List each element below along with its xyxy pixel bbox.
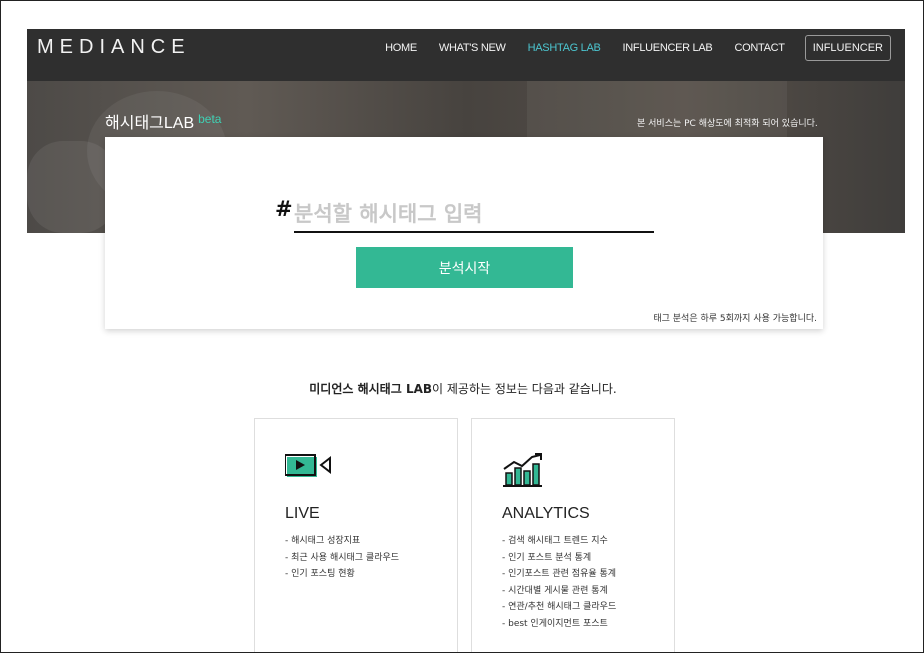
list-item: - 연관/추천 해시태그 클라우드 [502, 602, 617, 612]
beta-badge: beta [198, 112, 222, 126]
list-item: - 검색 해시태그 트렌드 지수 [502, 536, 608, 546]
nav-contact[interactable]: CONTACT [734, 42, 785, 54]
hashtag-search-input[interactable] [294, 197, 654, 233]
banner-photo-highlight [27, 141, 117, 233]
nav-whats-new[interactable]: WHAT'S NEW [439, 42, 506, 54]
feature-title: LIVE [285, 505, 320, 522]
daily-limit-note: 태그 분석은 하루 5회까지 사용 가능합니다. [653, 314, 817, 324]
list-item: - 인기 포스팅 현황 [285, 569, 355, 579]
list-item: - 인기포스트 관련 점유율 통계 [502, 569, 617, 579]
nav-influencer-lab[interactable]: INFLUENCER LAB [623, 42, 713, 54]
page-frame: MEDIANCE HOME WHAT'S NEW HASHTAG LAB INF… [0, 0, 924, 653]
page-title: 해시태그LAB beta [105, 109, 221, 133]
list-item: - 인기 포스트 분석 통계 [502, 552, 592, 563]
start-analysis-button[interactable]: 분석시작 [356, 247, 573, 288]
list-item: - 해시태그 성장지표 [285, 536, 361, 546]
resolution-notice: 본 서비스는 PC 해상도에 최적화 되어 있습니다. [637, 119, 818, 129]
main-menu: HOME WHAT'S NEW HASHTAG LAB INFLUENCER L… [363, 35, 891, 61]
page-title-text: 해시태그LAB [105, 115, 195, 132]
feature-list: - 해시태그 성장지표 - 최근 사용 해시태그 클라우드 - 인기 포스팅 현… [285, 533, 399, 583]
video-icon [284, 453, 333, 483]
intro-text: 미디언스 해시태그 LAB이 제공하는 정보는 다음과 같습니다. [1, 380, 923, 397]
top-nav: MEDIANCE HOME WHAT'S NEW HASHTAG LAB INF… [27, 29, 905, 81]
intro-brand: 미디언스 해시태그 LAB [309, 382, 433, 396]
logo[interactable]: MEDIANCE [37, 37, 191, 57]
influencer-button[interactable]: INFLUENCER [804, 35, 891, 61]
feature-card-live: LIVE - 해시태그 성장지표 - 최근 사용 해시태그 클라우드 - 인기 … [254, 418, 458, 652]
hash-prefix: # [275, 197, 293, 221]
feature-card-analytics: ANALYTICS - 검색 해시태그 트렌드 지수 - 인기 포스트 분석 통… [471, 418, 675, 652]
analytics-chart-icon [502, 453, 546, 491]
list-item: - 시간대별 게시물 관련 통계 [502, 585, 608, 596]
feature-list: - 검색 해시태그 트렌드 지수 - 인기 포스트 분석 통계 - 인기포스트 … [502, 533, 616, 632]
feature-title: ANALYTICS [502, 505, 590, 522]
search-card: # 분석시작 태그 분석은 하루 5회까지 사용 가능합니다. [105, 137, 823, 329]
intro-description: 이 제공하는 정보는 다음과 같습니다. [432, 382, 617, 396]
nav-home[interactable]: HOME [385, 42, 417, 54]
list-item: - best 인게이지먼트 포스트 [502, 618, 608, 629]
list-item: - 최근 사용 해시태그 클라우드 [285, 552, 400, 563]
nav-hashtag-lab[interactable]: HASHTAG LAB [528, 42, 601, 54]
